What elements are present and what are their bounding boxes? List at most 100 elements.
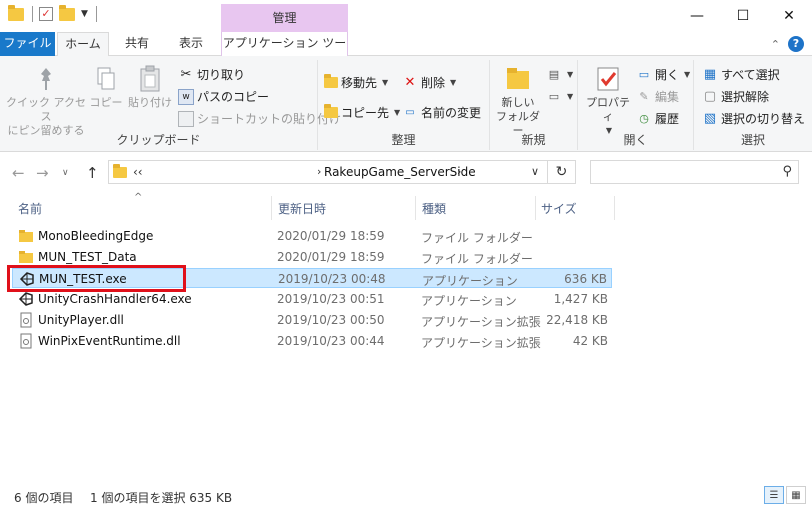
tab-home[interactable]: ホーム: [57, 32, 109, 57]
pin-icon: [30, 64, 62, 94]
tab-file[interactable]: ファイル: [0, 32, 55, 56]
breadcrumb-current[interactable]: RakeupGame_ServerSide: [324, 165, 476, 179]
close-button[interactable]: ✕: [766, 0, 812, 32]
chevron-right-icon[interactable]: ›: [317, 165, 321, 178]
cut-button[interactable]: ✂ 切り取り: [178, 66, 245, 83]
invert-selection-button[interactable]: ▧ 選択の切り替え: [702, 110, 805, 127]
new-folder-button[interactable]: 新しい フォルダー: [494, 64, 542, 138]
ribbon: クイック アクセス にピン留めする コピー 貼り付け ✂ 切り取り w パスのコ…: [0, 56, 812, 152]
column-header-type[interactable]: 種類: [422, 200, 446, 217]
address-bar[interactable]: ‹‹ › RakeupGame_ServerSide › ∨: [108, 160, 548, 184]
column-divider[interactable]: [415, 196, 416, 220]
minimize-button[interactable]: —: [674, 0, 720, 32]
divider: [32, 6, 33, 22]
rename-button[interactable]: ▭ 名前の変更: [402, 104, 481, 121]
help-icon[interactable]: ?: [788, 36, 804, 52]
folder-icon: [18, 228, 34, 244]
open-icon: ▭: [638, 68, 650, 81]
status-item-count: 6 個の項目: [14, 491, 74, 505]
copy-icon: [90, 64, 122, 94]
tab-manage[interactable]: 管理: [221, 4, 348, 32]
select-none-icon: ▢: [703, 89, 717, 104]
column-divider[interactable]: [271, 196, 272, 220]
rename-icon: ▭: [405, 107, 415, 118]
title-bar: ✓ ▼ 管理 — ☐ ✕: [0, 0, 812, 32]
list-item[interactable]: MUN_TEST_Data 2020/01/29 18:59 ファイル フォルダ…: [12, 247, 612, 267]
group-label: 新規: [521, 133, 546, 147]
list-item[interactable]: MonoBleedingEdge 2020/01/29 18:59 ファイル フ…: [12, 226, 612, 246]
unity-icon: [18, 291, 34, 307]
tab-share[interactable]: 共有: [113, 32, 161, 56]
chevron-right-icon[interactable]: ›: [457, 165, 461, 178]
move-folder-icon: [324, 74, 338, 88]
properties-button[interactable]: プロパティ ▼: [582, 64, 634, 138]
list-item[interactable]: WinPixEventRuntime.dll 2019/10/23 00:44 …: [12, 331, 612, 351]
quick-access-toolbar: ✓ ▼: [8, 4, 97, 22]
up-arrow-icon[interactable]: ↑: [86, 164, 99, 182]
invert-selection-icon: ▧: [703, 111, 717, 126]
back-arrow-icon[interactable]: ←: [12, 164, 25, 182]
collapse-ribbon-icon[interactable]: ⌃: [771, 38, 780, 51]
tab-application-tools[interactable]: アプリケーション ツール: [221, 32, 348, 72]
copy-folder-icon: [324, 104, 338, 118]
navigation-bar: ← → ∨ ↑ ‹‹ › RakeupGame_ServerSide › ∨ ↻…: [0, 152, 812, 194]
new-group: 新しい フォルダー ▤ ▼ ▭ ▼ 新規: [490, 60, 578, 150]
divider: [95, 6, 97, 22]
recent-locations-icon[interactable]: ∨: [62, 168, 69, 178]
paste-shortcut-icon: [178, 110, 194, 127]
chevron-down-icon[interactable]: ∨: [531, 165, 539, 178]
copy-to-button[interactable]: コピー先 ▼: [324, 104, 400, 121]
delete-button[interactable]: ✕ 削除 ▼: [402, 74, 457, 91]
forward-arrow-icon[interactable]: →: [36, 164, 49, 182]
column-divider[interactable]: [535, 196, 536, 220]
open-button[interactable]: ▭ 開く ▼: [636, 66, 690, 83]
select-all-icon: ▦: [703, 67, 717, 82]
select-all-button[interactable]: ▦ すべて選択: [702, 66, 780, 83]
column-header-size[interactable]: サイズ: [541, 200, 577, 217]
copy-path-icon: w: [178, 88, 194, 105]
easy-access-icon: ▭: [548, 89, 560, 103]
refresh-button[interactable]: ↻: [548, 160, 576, 184]
details-view-icon[interactable]: ☰: [764, 486, 784, 504]
select-group: ▦ すべて選択 ▢ 選択解除 ▧ 選択の切り替え 選択: [694, 60, 812, 150]
select-none-button[interactable]: ▢ 選択解除: [702, 88, 769, 105]
status-selection: 1 個の項目を選択 635 KB: [90, 491, 233, 505]
sort-ascending-icon: ^: [134, 192, 143, 203]
customize-qat-icon[interactable]: ▼: [81, 9, 88, 19]
dll-icon: [18, 333, 34, 349]
breadcrumb-overflow[interactable]: ‹‹: [133, 165, 143, 179]
new-folder-icon: [502, 64, 534, 94]
history-icon: ◷: [639, 112, 649, 125]
clipboard-group: クイック アクセス にピン留めする コピー 貼り付け ✂ 切り取り w パスのコ…: [0, 60, 341, 150]
history-button[interactable]: ◷ 履歴: [636, 110, 679, 127]
scissors-icon: ✂: [180, 67, 192, 82]
paste-shortcut-button[interactable]: ショートカットの貼り付け: [178, 110, 341, 127]
search-input[interactable]: ⚲: [590, 160, 799, 184]
list-item[interactable]: UnityCrashHandler64.exe 2019/10/23 00:51…: [12, 289, 612, 309]
column-header-name[interactable]: 名前: [18, 200, 42, 217]
ribbon-tabs: ファイル ホーム 共有 表示 アプリケーション ツール ⌃ ?: [0, 32, 812, 72]
group-label: 整理: [391, 133, 416, 147]
paste-button[interactable]: 貼り付け: [128, 64, 172, 110]
open-group: プロパティ ▼ ▭ 開く ▼ ✎ 編集 ◷ 履歴 開く: [578, 60, 694, 150]
paste-icon: [134, 64, 166, 94]
column-divider[interactable]: [614, 196, 615, 220]
new-folder-icon[interactable]: [59, 4, 75, 21]
copy-button[interactable]: コピー: [88, 64, 124, 110]
folder-icon: [18, 249, 34, 265]
edit-icon: ✎: [639, 90, 649, 103]
delete-x-icon: ✕: [404, 75, 416, 90]
maximize-button[interactable]: ☐: [720, 0, 766, 32]
copy-path-button[interactable]: w パスのコピー: [178, 88, 269, 105]
easy-access-button[interactable]: ▭ ▼: [546, 88, 573, 104]
new-item-button[interactable]: ▤ ▼: [546, 66, 573, 82]
large-icons-view-icon[interactable]: ▦: [786, 486, 806, 504]
move-to-button[interactable]: 移動先 ▼: [324, 74, 388, 91]
pin-quick-access-button[interactable]: クイック アクセス にピン留めする: [6, 64, 86, 138]
tab-view[interactable]: 表示: [167, 32, 215, 56]
properties-check-icon[interactable]: ✓: [39, 7, 53, 21]
edit-button[interactable]: ✎ 編集: [636, 88, 679, 105]
column-header-date[interactable]: 更新日時: [278, 200, 326, 217]
list-item[interactable]: UnityPlayer.dll 2019/10/23 00:50 アプリケーショ…: [12, 310, 612, 330]
status-bar: 6 個の項目 1 個の項目を選択 635 KB ☰ ▦: [0, 482, 812, 507]
